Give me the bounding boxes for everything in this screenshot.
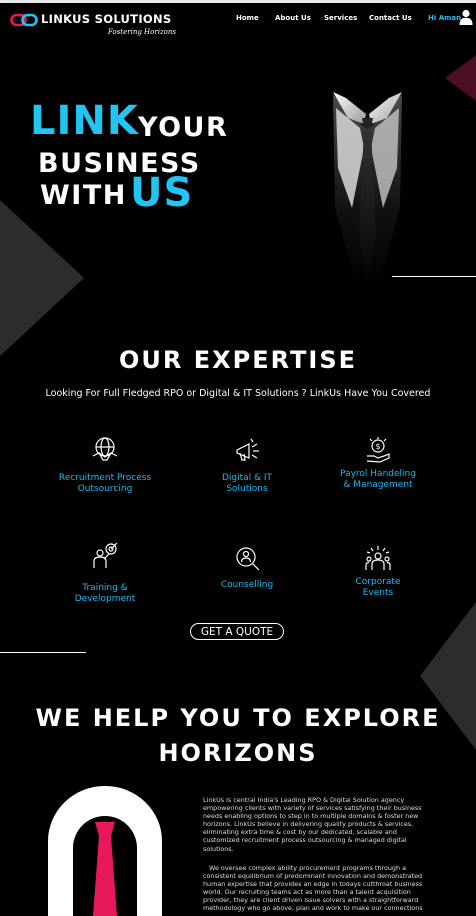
service-label-line2: Development xyxy=(74,594,136,604)
about-paragraph-2: We oversee complex ability procurement p… xyxy=(203,864,423,913)
service-label-line2: & Management xyxy=(343,480,413,490)
megaphone-icon xyxy=(236,438,259,461)
service-counselling[interactable]: Counselling xyxy=(192,545,302,591)
hero-word-your: YOUR xyxy=(138,112,229,143)
user-greeting[interactable]: Hi Aman xyxy=(428,14,461,22)
decorative-triangle-right-top xyxy=(445,55,476,101)
about-paragraph-1: LinkUs is central India's Leading RPO & … xyxy=(203,796,422,853)
target-person-icon xyxy=(93,542,118,568)
service-recruitment-process-outsourcing[interactable]: Recruitment Process Outsourcing xyxy=(50,436,160,495)
expertise-title: OUR EXPERTISE xyxy=(119,346,357,374)
money-hand-icon: $ xyxy=(366,437,390,463)
horizons-title-line1: WE HELP YOU TO EXPLORE xyxy=(35,704,441,732)
handshake-globe-icon xyxy=(92,437,118,461)
tie-arch-illustration xyxy=(48,786,162,916)
service-label-line2: Events xyxy=(362,588,394,598)
nav-services[interactable]: Services xyxy=(324,14,357,22)
logo-name: LINKUS SOLUTIONS xyxy=(41,12,172,26)
hero-word-us: US xyxy=(130,170,194,216)
service-label-line1: Recruitment Process xyxy=(58,473,152,483)
user-icon[interactable] xyxy=(459,9,473,25)
search-person-icon xyxy=(236,547,260,571)
get-a-quote-button[interactable]: GET A QUOTE xyxy=(190,623,284,640)
nav-about-us[interactable]: About Us xyxy=(275,14,311,22)
hero-word-with: WITH xyxy=(40,180,127,211)
decorative-triangle-left xyxy=(0,200,84,356)
celebration-icon xyxy=(365,546,391,570)
service-label-line1: Corporate xyxy=(355,577,401,587)
service-label-line1: Training & xyxy=(82,583,128,593)
logo[interactable]: LINKUS SOLUTIONS Fostering Horizons xyxy=(10,11,176,41)
expertise-subtitle: Looking For Full Fledged RPO or Digital … xyxy=(45,388,431,399)
hero-word-link: LINK xyxy=(30,98,139,144)
logo-tagline: Fostering Horizons xyxy=(108,28,176,36)
suit-and-tie-image xyxy=(333,92,402,288)
service-digital-it-solutions[interactable]: Digital & IT Solutions xyxy=(192,436,302,495)
chain-link-logo-icon xyxy=(10,13,38,27)
nav-home[interactable]: Home xyxy=(236,14,259,22)
service-training-development[interactable]: Training & Development xyxy=(50,542,160,605)
service-label-line2: Outsourcing xyxy=(77,484,133,494)
nav-contact-us[interactable]: Contact Us xyxy=(369,14,412,22)
decorative-line-left xyxy=(0,652,86,653)
decorative-line-right xyxy=(392,276,476,277)
service-label-line1: Payrol Handeling xyxy=(340,469,416,479)
service-payroll-handling[interactable]: $ Payrol Handeling & Management xyxy=(323,436,433,491)
service-label-line1: Counselling xyxy=(220,580,274,590)
service-corporate-events[interactable]: Corporate Events xyxy=(323,544,433,599)
site-header: LINKUS SOLUTIONS Fostering Horizons Home… xyxy=(0,3,476,43)
service-label-line2: Solutions xyxy=(226,484,268,494)
svg-text:$: $ xyxy=(375,442,380,451)
horizons-title-line2: HORIZONS xyxy=(158,739,318,767)
service-label-line1: Digital & IT xyxy=(221,473,273,483)
